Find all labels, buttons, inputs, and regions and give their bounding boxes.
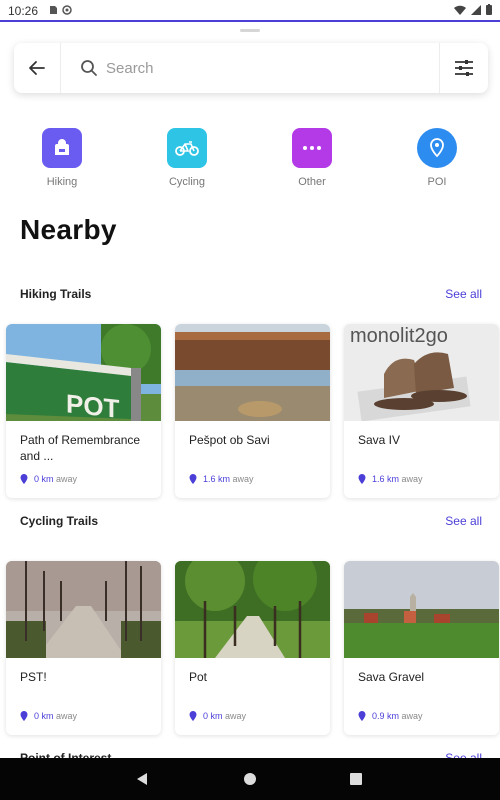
backpack-icon — [42, 128, 82, 168]
category-label: Other — [298, 176, 326, 188]
trail-distance: 1.6 km away — [358, 474, 423, 484]
trail-card[interactable]: POT Path of Remembrance and ... 0 km awa… — [6, 324, 161, 498]
trail-image — [175, 561, 330, 658]
search-input[interactable] — [106, 53, 426, 83]
trail-title: PST! — [20, 670, 47, 684]
nav-recents-button[interactable] — [347, 770, 365, 788]
triangle-back-icon — [137, 773, 147, 785]
location-pin-icon — [20, 474, 28, 484]
system-icons — [454, 4, 492, 15]
distance-suffix: away — [225, 711, 247, 721]
trail-image — [6, 561, 161, 658]
trail-distance: 0 km away — [189, 711, 246, 721]
trail-card[interactable]: Pot 0 km away — [175, 561, 330, 735]
see-all-link[interactable]: See all — [445, 514, 482, 528]
trail-image: POT — [6, 324, 161, 421]
status-time: 10:26 — [8, 4, 39, 18]
svg-text:POT: POT — [66, 388, 120, 421]
trail-distance: 0 km away — [20, 474, 77, 484]
trail-card[interactable]: PST! 0 km away — [6, 561, 161, 735]
section-title: Hiking Trails — [20, 287, 92, 301]
category-hiking[interactable]: Hiking — [22, 128, 102, 188]
category-label: POI — [427, 176, 447, 188]
distance-value: 0 km — [34, 474, 54, 484]
arrow-left-icon — [29, 61, 45, 75]
section-header-hiking: Hiking Trails See all — [20, 287, 482, 305]
distance-value: 1.6 km — [372, 474, 400, 484]
category-label: Cycling — [168, 176, 206, 188]
trail-title: Path of Remembrance and ... — [20, 433, 141, 463]
image-watermark: monolit2go — [350, 325, 448, 347]
trail-image — [175, 324, 330, 421]
more-dots-icon — [292, 128, 332, 168]
location-pin-icon — [417, 128, 457, 168]
location-pin-icon — [189, 474, 197, 484]
category-poi[interactable]: POI — [397, 128, 477, 188]
see-all-link[interactable]: See all — [445, 287, 482, 301]
bicycle-icon — [167, 128, 207, 168]
category-other[interactable]: Other — [272, 128, 352, 188]
trail-card[interactable]: Sava Gravel 0.9 km away — [344, 561, 499, 735]
trail-image — [344, 561, 499, 658]
location-pin-icon — [20, 711, 28, 721]
section-header-cycling: Cycling Trails See all — [20, 514, 482, 532]
trail-distance: 0.9 km away — [358, 711, 423, 721]
nav-home-button[interactable] — [241, 770, 259, 788]
location-pin-icon — [358, 711, 366, 721]
category-label: Hiking — [46, 176, 78, 188]
distance-value: 0.9 km — [372, 711, 400, 721]
trail-card[interactable]: monolit2go Sava IV 1.6 km away — [344, 324, 499, 498]
back-button[interactable] — [14, 43, 60, 93]
status-bar: 10:26 — [0, 0, 500, 22]
trail-card[interactable]: Pešpot ob Savi 1.6 km away — [175, 324, 330, 498]
category-row: Hiking Cycling Other POI — [0, 128, 500, 190]
divider — [60, 43, 61, 93]
search-bar — [14, 43, 488, 93]
wifi-icon — [454, 5, 466, 15]
distance-suffix: away — [401, 711, 423, 721]
filter-button[interactable] — [440, 43, 488, 93]
system-nav-bar — [0, 758, 500, 800]
distance-suffix: away — [56, 711, 78, 721]
location-pin-icon — [358, 474, 366, 484]
trail-distance: 0 km away — [20, 711, 77, 721]
nav-back-button[interactable] — [133, 770, 151, 788]
distance-suffix: away — [232, 474, 254, 484]
trail-title: Pot — [189, 670, 208, 684]
sd-card-icon — [50, 6, 57, 14]
sheet-handle[interactable] — [240, 29, 260, 32]
sync-icon — [62, 5, 72, 15]
trail-image: monolit2go — [344, 324, 499, 421]
signal-icon — [471, 4, 481, 15]
trail-title: Pešpot ob Savi — [189, 433, 270, 447]
battery-icon — [486, 4, 492, 15]
trail-distance: 1.6 km away — [189, 474, 254, 484]
square-recents-icon — [350, 773, 362, 785]
circle-home-icon — [244, 773, 256, 785]
distance-value: 0 km — [203, 711, 223, 721]
distance-value: 1.6 km — [203, 474, 231, 484]
accent-line — [0, 20, 500, 22]
category-cycling[interactable]: Cycling — [147, 128, 227, 188]
distance-suffix: away — [56, 474, 78, 484]
search-icon — [81, 60, 97, 76]
location-pin-icon — [189, 711, 197, 721]
notification-icons — [48, 5, 72, 15]
sliders-icon — [455, 60, 473, 76]
page-title: Nearby — [20, 214, 117, 245]
distance-suffix: away — [401, 474, 423, 484]
distance-value: 0 km — [34, 711, 54, 721]
trail-title: Sava Gravel — [358, 670, 425, 684]
section-title: Cycling Trails — [20, 514, 99, 528]
trail-title: Sava IV — [358, 433, 401, 447]
